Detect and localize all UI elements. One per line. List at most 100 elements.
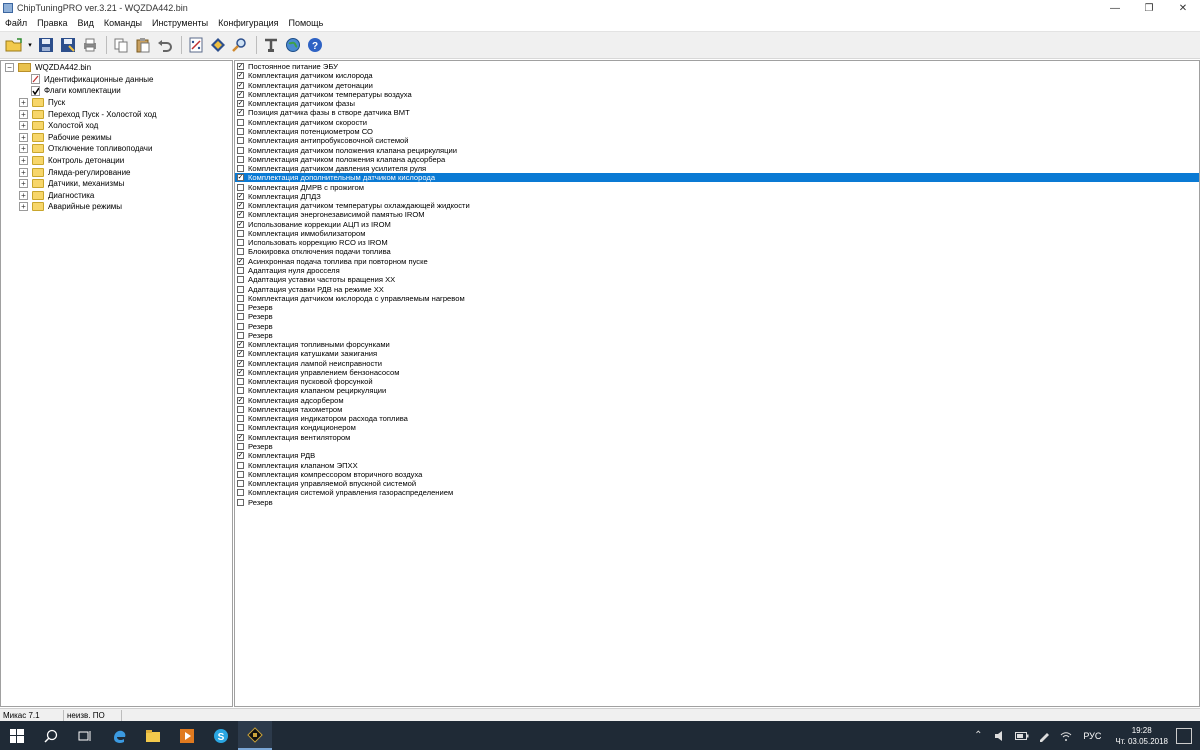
copy-icon[interactable] <box>111 35 131 55</box>
checkbox-unchecked[interactable] <box>237 313 244 321</box>
menu-edit[interactable]: Правка <box>32 18 72 28</box>
print-icon[interactable] <box>80 35 100 55</box>
flag-row[interactable]: ✓ Комплектация датчиком температуры охлаж… <box>235 201 1199 210</box>
tree-folder[interactable]: + Контроль детонации <box>1 155 232 167</box>
flag-row[interactable]: Комплектация антипробуксовочной системой <box>235 136 1199 145</box>
checkbox-checked[interactable]: ✓ <box>237 109 244 117</box>
search-icon[interactable] <box>230 35 250 55</box>
save-icon[interactable] <box>36 35 56 55</box>
flag-row[interactable]: ✓ Комплектация ДПДЗ <box>235 192 1199 201</box>
flag-row[interactable]: Резерв <box>235 303 1199 312</box>
flag-row[interactable]: Комплектация компрессором вторичного воз… <box>235 470 1199 479</box>
flag-row[interactable]: ✓ Комплектация лампой неисправности <box>235 359 1199 368</box>
flag-row[interactable]: ✓ Асинхронная подача топлива при повторно… <box>235 257 1199 266</box>
checkbox-checked[interactable]: ✓ <box>237 368 244 376</box>
checkbox-checked[interactable]: ✓ <box>237 341 244 349</box>
checkbox-unchecked[interactable] <box>237 276 244 284</box>
flag-row[interactable]: Блокировка отключения подачи топлива <box>235 247 1199 256</box>
checkbox-unchecked[interactable] <box>237 155 244 163</box>
volume-icon[interactable] <box>992 728 1008 744</box>
flag-row[interactable]: ✓ Комплектация дополнительным датчиком ки… <box>235 173 1199 183</box>
diamond-icon[interactable] <box>208 35 228 55</box>
expand-icon[interactable]: + <box>19 156 28 166</box>
pen-icon[interactable] <box>1036 728 1052 744</box>
network-icon[interactable] <box>1058 728 1074 744</box>
flag-row[interactable]: Комплектация потенциометром СО <box>235 127 1199 136</box>
checkbox-unchecked[interactable] <box>237 229 244 237</box>
checkbox-unchecked[interactable] <box>237 248 244 256</box>
tree-folder[interactable]: + Пуск <box>1 97 232 109</box>
flag-row[interactable]: Резерв <box>235 331 1199 340</box>
checkbox-checked[interactable]: ✓ <box>237 192 244 200</box>
tree-folder[interactable]: + Диагностика <box>1 190 232 202</box>
flag-row[interactable]: ✓ Комплектация вентилятором <box>235 433 1199 442</box>
collapse-icon[interactable]: − <box>5 63 14 73</box>
chiptuning-icon[interactable] <box>238 721 272 750</box>
expand-icon[interactable]: + <box>19 132 28 142</box>
checkbox-unchecked[interactable] <box>237 183 244 191</box>
flag-row[interactable]: ✓ Комплектация управлением бензонасосом <box>235 368 1199 377</box>
menu-file[interactable]: Файл <box>0 18 32 28</box>
flag-row[interactable]: Резерв <box>235 312 1199 321</box>
checkbox-checked[interactable]: ✓ <box>237 202 244 210</box>
flag-row[interactable]: ✓ Комплектация энергонезависимой памятью … <box>235 210 1199 219</box>
expand-icon[interactable]: + <box>19 121 28 131</box>
checkbox-unchecked[interactable] <box>237 146 244 154</box>
flag-row[interactable]: Адаптация уставки частоты вращения ХХ <box>235 275 1199 284</box>
undo-icon[interactable] <box>155 35 175 55</box>
notifications-icon[interactable] <box>1176 727 1192 744</box>
checkbox-checked[interactable]: ✓ <box>237 174 244 182</box>
flag-row[interactable]: Комплектация датчиком кислорода с управл… <box>235 294 1199 303</box>
checkbox-checked[interactable]: ✓ <box>237 220 244 228</box>
checkbox-unchecked[interactable] <box>237 165 244 173</box>
flag-row[interactable]: Комплектация пусковой форсункой <box>235 377 1199 386</box>
flag-row[interactable]: ✓ Комплектация катушками зажигания <box>235 349 1199 358</box>
file-explorer-icon[interactable] <box>136 721 170 750</box>
tree-folder[interactable]: + Датчики, механизмы <box>1 178 232 190</box>
flag-row[interactable]: Комплектация управляемой впускной систем… <box>235 479 1199 488</box>
flag-row[interactable]: Резерв <box>235 442 1199 451</box>
checkbox-unchecked[interactable] <box>237 470 244 478</box>
checkbox-unchecked[interactable] <box>237 480 244 488</box>
checkbox-checked[interactable]: ✓ <box>237 433 244 441</box>
skype-icon[interactable]: S <box>204 721 238 750</box>
flag-row[interactable]: Комплектация датчиком положения клапана … <box>235 145 1199 155</box>
menu-tools[interactable]: Инструменты <box>147 18 213 28</box>
flag-row[interactable]: Комплектация иммобилизатором <box>235 229 1199 238</box>
checkbox-unchecked[interactable] <box>237 489 244 497</box>
flag-row[interactable]: Адаптация нуля дросселя <box>235 266 1199 275</box>
checkbox-checked[interactable]: ✓ <box>237 350 244 358</box>
search-icon[interactable] <box>34 721 68 750</box>
tree-folder[interactable]: + Холостой ход <box>1 120 232 132</box>
flag-row[interactable]: Комплектация датчиком скорости <box>235 118 1199 127</box>
checkbox-checked[interactable]: ✓ <box>237 81 244 89</box>
flag-row[interactable]: Адаптация уставки РДВ на режиме ХХ <box>235 284 1199 294</box>
edge-icon[interactable] <box>102 721 136 750</box>
checkbox-unchecked[interactable] <box>237 266 244 274</box>
expand-icon[interactable]: + <box>19 144 28 154</box>
checkbox-unchecked[interactable] <box>237 424 244 432</box>
flag-row[interactable]: ✓ Комплектация датчиком температуры возду… <box>235 90 1199 99</box>
checkbox-unchecked[interactable] <box>237 443 244 451</box>
battery-icon[interactable] <box>1014 728 1030 744</box>
flag-row[interactable]: Использовать коррекцию RCO из IROM <box>235 238 1199 247</box>
flag-row[interactable]: Комплектация ДМРВ с прожигом <box>235 182 1199 192</box>
expand-icon[interactable]: + <box>19 202 28 212</box>
expand-icon[interactable]: + <box>19 179 28 189</box>
flag-row[interactable]: Комплектация системой управления газорас… <box>235 488 1199 497</box>
language-indicator[interactable]: РУС <box>1083 731 1101 741</box>
task-view-icon[interactable] <box>68 721 102 750</box>
checkbox-checked[interactable]: ✓ <box>237 211 244 219</box>
menu-help[interactable]: Помощь <box>284 18 329 28</box>
checkbox-checked[interactable]: ✓ <box>237 452 244 460</box>
globe-icon[interactable] <box>283 35 303 55</box>
minimize-button[interactable]: — <box>1098 0 1132 16</box>
open-icon[interactable] <box>4 35 24 55</box>
expand-icon[interactable]: + <box>19 109 28 119</box>
checkbox-checked[interactable]: ✓ <box>237 257 244 265</box>
checkbox-checked[interactable]: ✓ <box>237 396 244 404</box>
flag-row[interactable]: ✓ Комплектация датчиком фазы <box>235 99 1199 108</box>
tree-folder[interactable]: + Лямда-регулирование <box>1 166 232 178</box>
flag-row[interactable]: ✓ Комплектация датчиком детонации <box>235 81 1199 90</box>
flag-row[interactable]: Комплектация датчиком положения клапана … <box>235 155 1199 164</box>
